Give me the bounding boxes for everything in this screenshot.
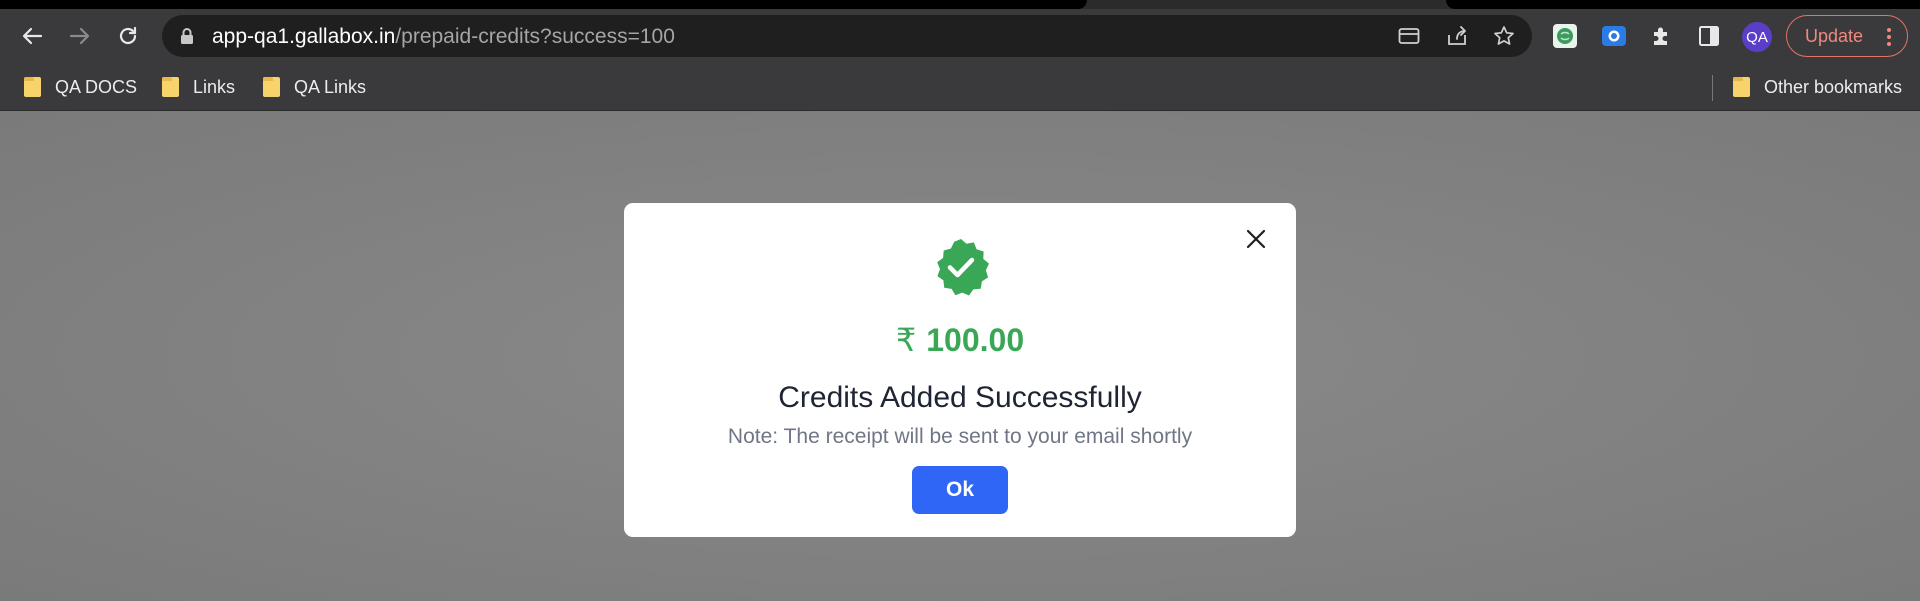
modal-note: Note: The receipt will be sent to your e… [727, 425, 1193, 448]
bookmark-label: Other bookmarks [1764, 76, 1903, 97]
arrow-left-icon [22, 27, 43, 45]
folder-icon [24, 77, 41, 97]
browser-toolbar: app-qa1.gallabox.in/prepaid-credits?succ… [0, 9, 1920, 63]
bookmark-qa-links[interactable]: QA Links [263, 73, 366, 101]
back-button[interactable] [16, 20, 48, 52]
success-modal: ₹100.00 Credits Added Successfully Note:… [624, 203, 1296, 537]
close-button[interactable] [1242, 225, 1270, 253]
bookmark-links[interactable]: Links [162, 73, 235, 101]
url-host: app-qa1.gallabox.in [212, 25, 396, 48]
bookmark-qa-docs[interactable]: QA DOCS [24, 73, 137, 101]
url-path: /prepaid-credits?success=100 [395, 25, 675, 48]
forward-button[interactable] [64, 20, 96, 52]
extension-brain-icon[interactable] [1550, 21, 1580, 51]
profile-avatar[interactable]: QA [1742, 22, 1772, 52]
more-menu-icon[interactable] [1887, 25, 1893, 49]
reload-button[interactable] [112, 20, 144, 52]
puzzle-icon[interactable] [1647, 21, 1677, 51]
update-label: Update [1805, 25, 1864, 46]
ok-button[interactable]: Ok [912, 466, 1008, 514]
credit-amount: ₹100.00 [624, 321, 1296, 359]
bookmark-other[interactable]: Other bookmarks [1733, 73, 1902, 101]
card-icon[interactable] [1397, 24, 1421, 48]
update-button[interactable]: Update [1786, 15, 1908, 57]
amount-value: 100.00 [926, 322, 1025, 358]
verified-badge-icon [937, 239, 989, 296]
url-text[interactable]: app-qa1.gallabox.in/prepaid-credits?succ… [212, 25, 675, 49]
address-bar[interactable]: app-qa1.gallabox.in/prepaid-credits?succ… [162, 15, 1532, 57]
folder-icon [1733, 77, 1750, 97]
folder-icon [162, 77, 179, 97]
close-icon [1246, 229, 1266, 249]
currency-symbol: ₹ [895, 322, 917, 358]
share-icon[interactable] [1445, 24, 1469, 48]
side-panel-icon[interactable] [1694, 21, 1724, 51]
modal-title: Credits Added Successfully [778, 381, 1142, 414]
inactive-tab[interactable] [1446, 0, 1920, 9]
active-tab[interactable] [0, 0, 1087, 9]
bookmark-label: QA DOCS [55, 76, 138, 97]
bookmark-label: QA Links [294, 76, 367, 97]
reload-icon [119, 26, 137, 45]
lock-icon[interactable] [180, 27, 194, 50]
arrow-right-icon [69, 27, 90, 45]
bookmark-label: Links [193, 76, 236, 97]
bookmarks-divider [1712, 75, 1713, 101]
folder-icon [263, 77, 280, 97]
bookmarks-bar: QA DOCS Links QA Links Other bookmarks [0, 63, 1920, 111]
extension-screen-recorder-icon[interactable] [1599, 21, 1629, 51]
star-icon[interactable] [1492, 24, 1516, 48]
